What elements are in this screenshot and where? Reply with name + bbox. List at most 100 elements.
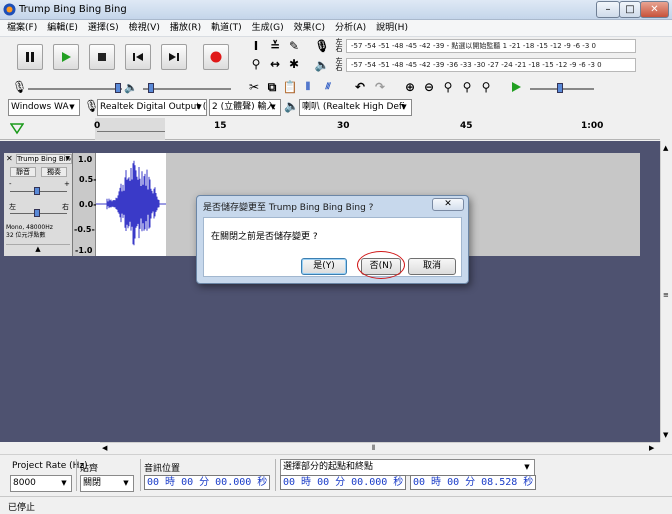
ruler-label: 45	[460, 121, 473, 131]
playback-device-select[interactable]: 喇叭 (Realtek High Defi ▼	[299, 99, 412, 116]
project-rate-value: 8000	[13, 478, 36, 488]
chevron-down-icon: ▼	[61, 479, 67, 487]
envelope-tool[interactable]: ≚	[267, 38, 283, 54]
gain-plus-label: +	[64, 180, 70, 188]
pause-icon	[26, 52, 34, 62]
selection-tool[interactable]: I	[248, 38, 264, 54]
redo-button[interactable]: ↷	[372, 79, 388, 95]
output-volume-thumb[interactable]	[148, 83, 154, 93]
menu-item[interactable]: 檔案(F)	[2, 20, 42, 37]
silence-button[interactable]: ⫻	[320, 79, 336, 95]
pan-slider-thumb[interactable]	[34, 209, 40, 217]
maximize-button[interactable]: □	[619, 1, 641, 18]
scroll-up-icon[interactable]: ▲	[663, 144, 668, 152]
play-at-speed-icon	[512, 82, 521, 92]
solo-button[interactable]: 獨奏	[41, 167, 67, 177]
paste-button[interactable]: 📋	[282, 79, 298, 95]
selection-end-field[interactable]: 00 時 00 分 08.528 秒	[410, 475, 536, 490]
dialog-title: 是否儲存變更至 Trump Bing Bing Bing ?	[203, 203, 374, 213]
mute-button[interactable]: 靜音	[10, 167, 36, 177]
menu-item[interactable]: 編輯(E)	[42, 20, 83, 37]
menu-item[interactable]: 說明(H)	[371, 20, 413, 37]
vertical-scrollbar[interactable]: ▲ ≡ ▼	[660, 141, 672, 442]
microphone-icon: 🎙	[314, 39, 330, 53]
menu-item[interactable]: 檢視(V)	[124, 20, 165, 37]
fit-project-button[interactable]: ⚲	[459, 79, 475, 95]
waveform-area[interactable]	[96, 153, 166, 256]
play-meter[interactable]: -57 -54 -51 -48 -45 -42 -39 -36 -33 -30 …	[346, 58, 636, 72]
collapse-track-button[interactable]: ▲	[6, 244, 70, 254]
timeline-ruler[interactable]: 0 15 30 45 1:00	[0, 118, 660, 140]
gain-minus-label: -	[9, 180, 12, 188]
zoom-in-button[interactable]: ⊕	[402, 79, 418, 95]
project-rate-select[interactable]: 8000 ▼	[10, 475, 72, 492]
status-bar: 已停止	[0, 496, 672, 514]
play-icon	[62, 52, 71, 62]
snap-select[interactable]: 關閉 ▼	[80, 475, 134, 492]
skip-to-start-button[interactable]	[125, 44, 151, 70]
menu-item[interactable]: 分析(A)	[330, 20, 371, 37]
zoom-toggle-button[interactable]: ⚲	[478, 79, 494, 95]
selection-start-field[interactable]: 00 時 00 分 00.000 秒	[280, 475, 406, 490]
dialog-message: 在關閉之前是否儲存變更 ?	[211, 232, 318, 242]
scroll-right-icon[interactable]: ▶	[649, 444, 654, 452]
recording-channels-select[interactable]: 2 (立體聲) 輸入 ▼	[209, 99, 281, 116]
record-button[interactable]	[203, 44, 229, 70]
audio-host-select[interactable]: Windows WA ▼	[8, 99, 80, 116]
play-meter-button[interactable]: 🔈	[314, 57, 330, 73]
undo-button[interactable]: ↶	[352, 79, 368, 95]
horizontal-scrollbar[interactable]: ◀ ⦀ ▶	[100, 442, 660, 454]
skip-to-end-button[interactable]	[161, 44, 187, 70]
record-icon	[210, 51, 222, 63]
fit-project-icon: ⚲	[462, 80, 472, 94]
menu-item[interactable]: 效果(C)	[289, 20, 330, 37]
paste-icon: 📋	[282, 80, 298, 94]
audio-position-field[interactable]: 00 時 00 分 00.000 秒	[144, 475, 270, 490]
close-button[interactable]: ✕	[640, 1, 669, 18]
input-volume-thumb[interactable]	[115, 83, 121, 93]
scroll-left-icon[interactable]: ◀	[102, 444, 107, 452]
record-meter[interactable]: -57 -54 -51 -48 -45 -42 -39 - 點選以開始監聽 1 …	[346, 39, 636, 53]
play-meter-channels: 左 右	[334, 58, 344, 72]
input-volume-slider[interactable]	[28, 88, 122, 90]
play-speed-thumb[interactable]	[557, 83, 563, 93]
multi-tool[interactable]: ✱	[286, 56, 302, 72]
scroll-down-icon[interactable]: ▼	[663, 431, 668, 439]
output-volume-slider[interactable]	[143, 88, 231, 90]
ruler-label: 1:00	[581, 121, 604, 131]
time-shift-tool[interactable]: ↔	[267, 56, 283, 72]
track-close-button[interactable]: ✕	[6, 155, 14, 163]
scroll-grip-icon[interactable]: ⦀	[372, 444, 375, 453]
play-button[interactable]	[53, 44, 79, 70]
recording-device-select[interactable]: Realtek Digital Output ( ▼	[97, 99, 207, 116]
stop-button[interactable]	[89, 44, 115, 70]
yes-button[interactable]: 是(Y)	[301, 258, 347, 275]
separator	[275, 459, 276, 491]
menu-item[interactable]: 生成(G)	[247, 20, 289, 37]
silence-icon: ⫻	[325, 82, 331, 92]
cut-button[interactable]: ✂	[246, 79, 262, 95]
zoom-out-icon: ⊖	[423, 80, 435, 94]
menu-bar: 檔案(F) 編輯(E) 選擇(S) 檢視(V) 播放(R) 軌道(T) 生成(G) 效果(C)…	[0, 20, 672, 37]
magnifier-icon: ⚲	[251, 57, 261, 71]
minimize-button[interactable]: –	[596, 1, 620, 18]
zoom-out-button[interactable]: ⊖	[421, 79, 437, 95]
menu-item[interactable]: 播放(R)	[165, 20, 206, 37]
menu-item[interactable]: 選擇(S)	[83, 20, 124, 37]
chevron-down-icon: ▼	[123, 479, 129, 487]
fit-selection-button[interactable]: ⚲	[440, 79, 456, 95]
track-name-menu[interactable]: Trump Bing Bing ▼	[16, 154, 72, 164]
menu-item[interactable]: 軌道(T)	[206, 20, 247, 37]
record-meter-button[interactable]: 🎙	[314, 38, 330, 54]
gain-slider-thumb[interactable]	[34, 187, 40, 195]
dialog-close-button[interactable]: ✕	[432, 198, 464, 211]
trim-button[interactable]: ⫼	[300, 79, 316, 95]
cancel-button[interactable]: 取消	[408, 258, 456, 275]
pause-button[interactable]	[17, 44, 43, 70]
copy-button[interactable]: ⧉	[264, 79, 280, 95]
zoom-tool[interactable]: ⚲	[248, 56, 264, 72]
draw-tool[interactable]: ✎	[286, 38, 302, 54]
selection-mode-select[interactable]: 選擇部分的起點和終點 ▼	[280, 459, 535, 476]
scroll-grip-icon[interactable]: ≡	[663, 291, 669, 299]
play-at-speed-button[interactable]	[508, 79, 524, 95]
